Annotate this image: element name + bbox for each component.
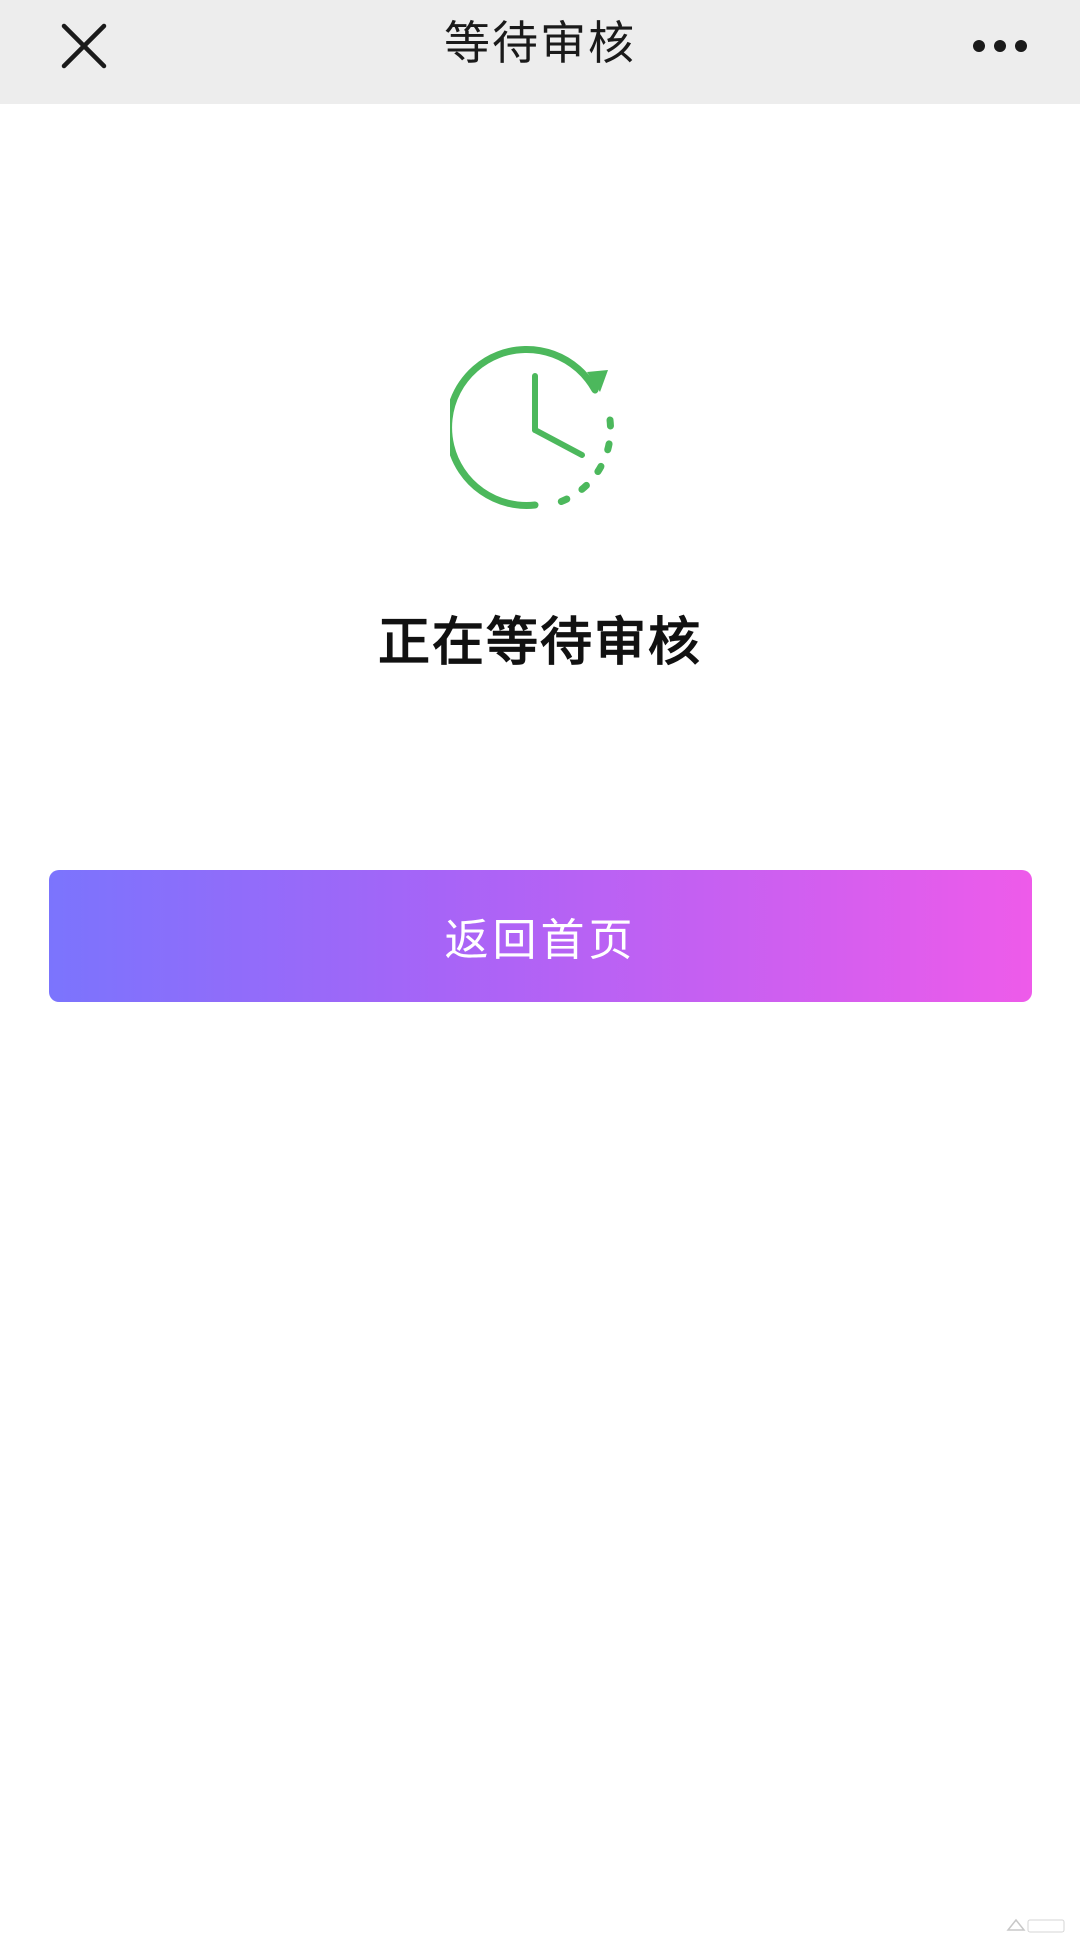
more-button[interactable] xyxy=(964,14,1036,78)
watermark-icon xyxy=(1006,1918,1065,1933)
watermark xyxy=(1006,1916,1066,1936)
top-nav-bar: 等待审核 xyxy=(0,0,1080,104)
return-home-button[interactable]: 返回首页 xyxy=(49,870,1032,1002)
status-message: 正在等待审核 xyxy=(377,613,702,673)
more-dots-icon xyxy=(973,40,1027,52)
page-title: 等待审核 xyxy=(444,16,636,70)
clock-pending-icon xyxy=(450,346,614,509)
